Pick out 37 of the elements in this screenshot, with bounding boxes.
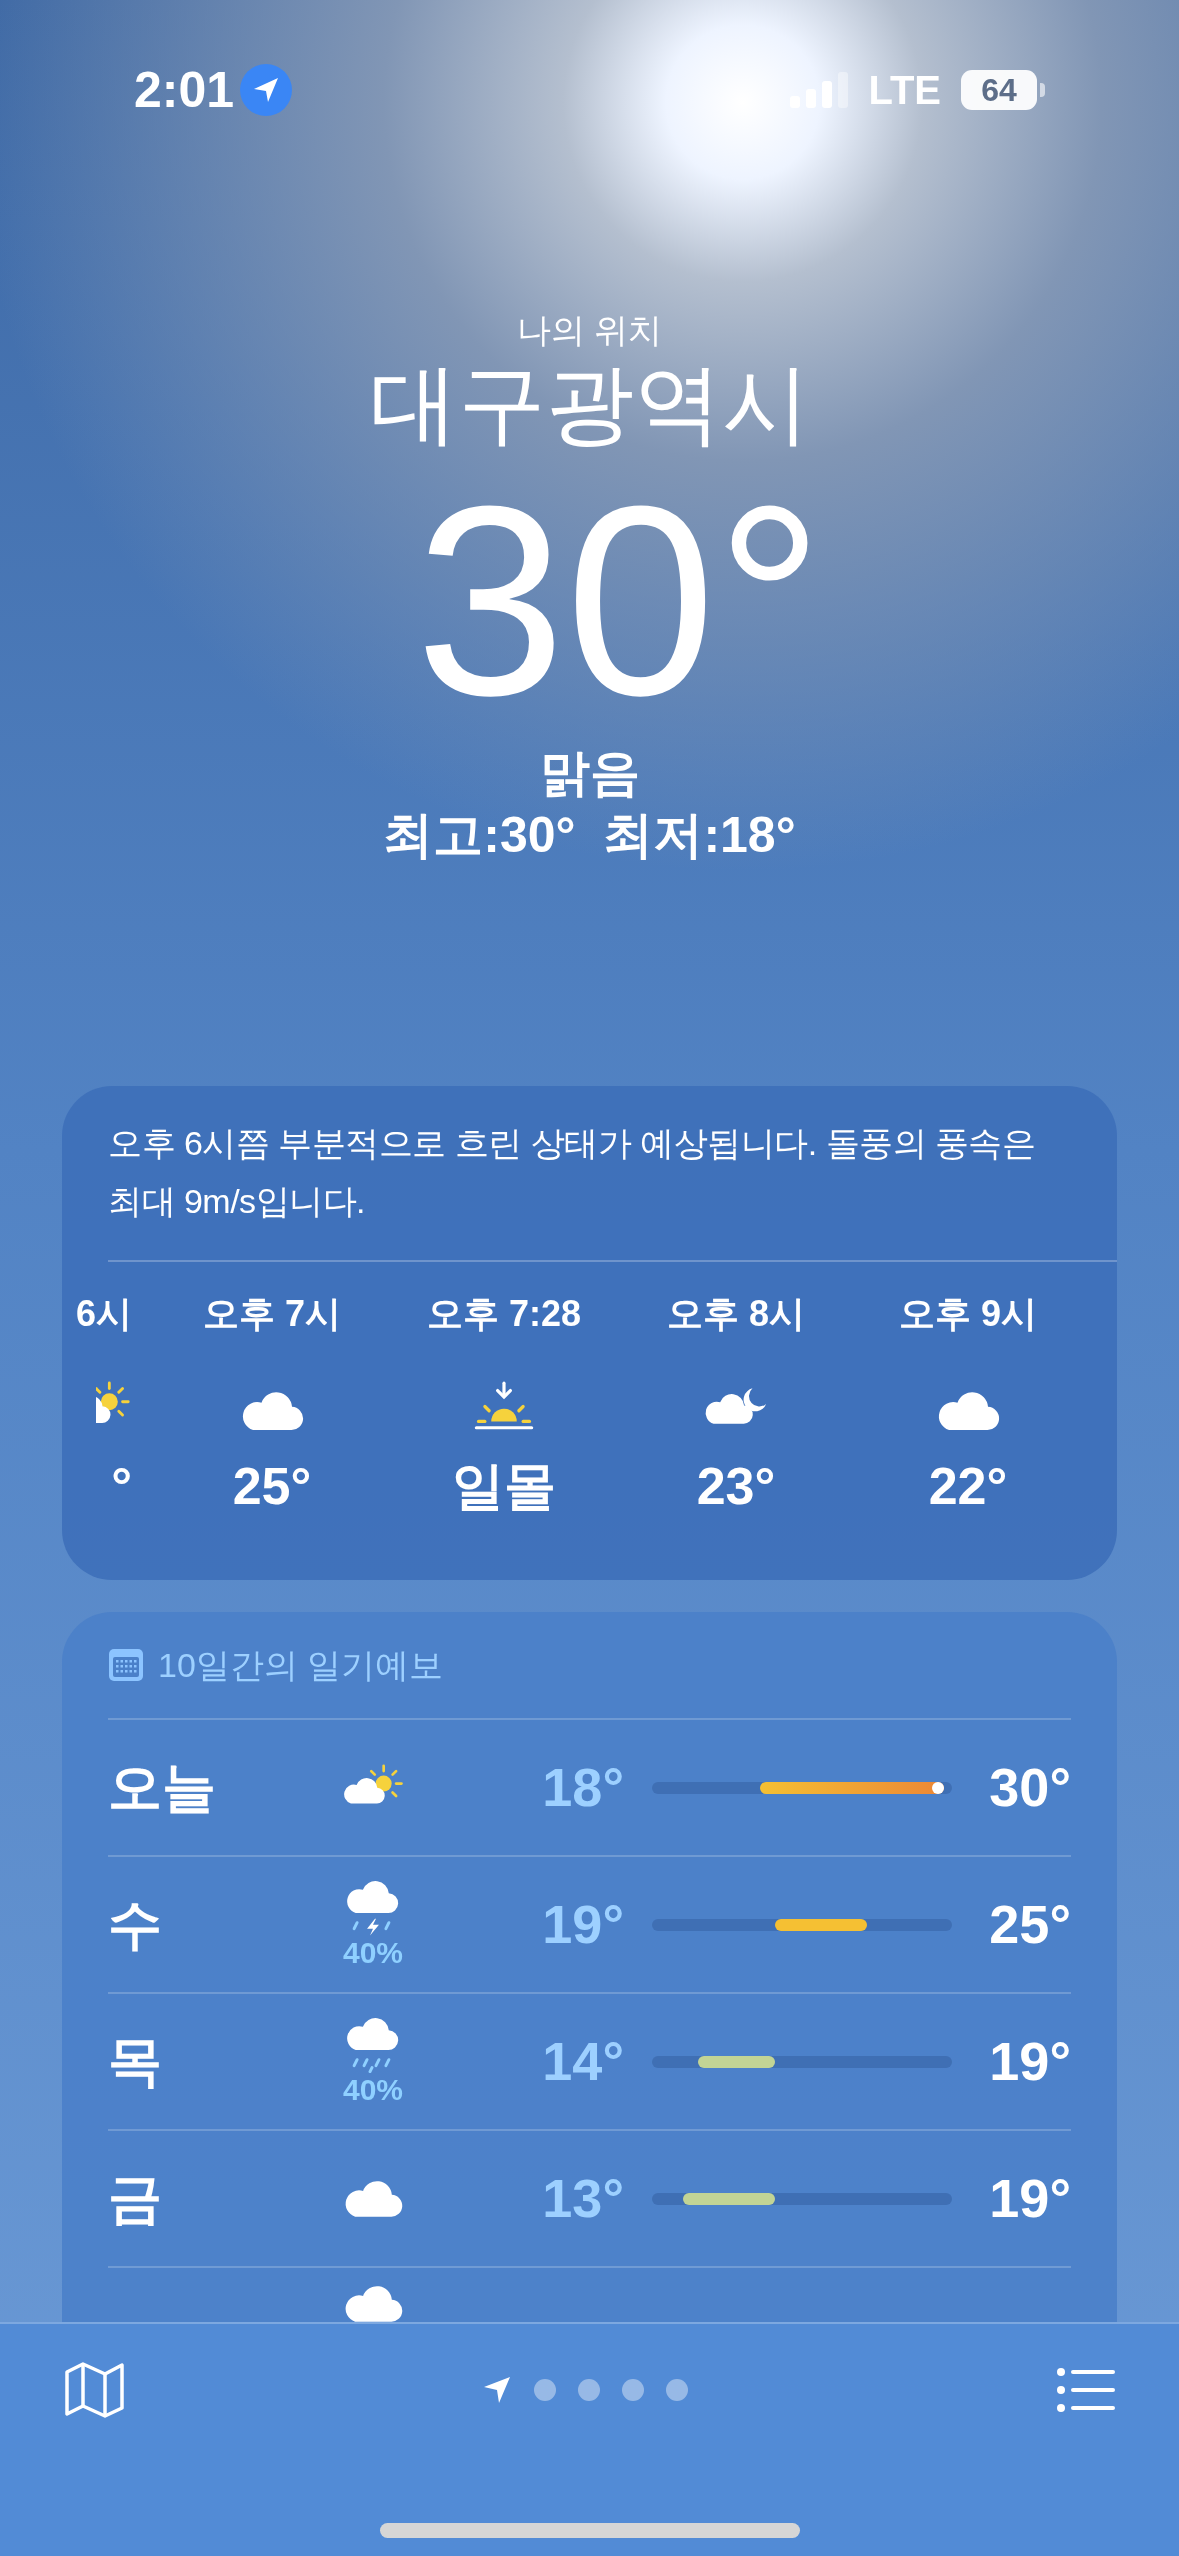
hour-label: 오후 7:28 — [426, 1292, 582, 1336]
hour-temperature: 22° — [928, 1456, 1008, 1517]
hour-label: 오후 7시 — [203, 1292, 341, 1336]
day-label: 수 — [108, 1893, 163, 1956]
location-label: 나의 위치 — [516, 310, 663, 351]
network-label: LTE — [868, 67, 941, 114]
hour-label: 오후 8시 — [667, 1292, 805, 1336]
list-icon[interactable] — [1057, 2367, 1115, 2413]
high-temperature: 25° — [988, 1893, 1071, 1956]
high-temperature: 19° — [988, 2167, 1071, 2230]
weather-condition: 맑음 — [539, 744, 640, 803]
precipitation-chance: 40% — [342, 1936, 403, 1971]
low-temperature: 19° — [541, 1893, 624, 1956]
city-name: 대구광역시 — [369, 353, 810, 455]
low-temperature: 13° — [541, 2167, 624, 2230]
hour-label: 오후 9시 — [899, 1292, 1037, 1336]
map-icon[interactable] — [64, 2362, 126, 2418]
current-temperature: 30° — [414, 466, 824, 736]
high-low-temperature: 최고:30° 최저:18° — [383, 806, 796, 865]
forecast-title: 10일간의 일기예보 — [158, 1644, 444, 1686]
status-time: 2:01 — [134, 60, 235, 120]
day-label: 목 — [108, 2030, 163, 2093]
calendar-icon — [108, 1648, 144, 1682]
high-temperature: 19° — [988, 2030, 1071, 2093]
hour-temperature: ° — [111, 1456, 132, 1517]
low-temperature: 14° — [541, 2030, 624, 2093]
day-label: 금 — [108, 2167, 163, 2230]
low-temperature: 18° — [541, 1756, 624, 1819]
hour-temperature: 일몰 — [452, 1456, 556, 1517]
hour-temperature: 25° — [232, 1456, 312, 1517]
signal-icon — [790, 72, 849, 108]
day-label: 오늘 — [108, 1756, 217, 1819]
hour-label: 6시 — [75, 1292, 132, 1336]
hour-temperature: 23° — [696, 1456, 776, 1517]
precipitation-chance: 40% — [342, 2073, 403, 2108]
weather-summary: 오후 6시쯤 부분적으로 흐린 상태가 예상됩니다. 돌풍의 풍속은 최대 9m/s입니다. — [107, 1123, 1037, 1222]
high-temperature: 30° — [988, 1756, 1071, 1819]
